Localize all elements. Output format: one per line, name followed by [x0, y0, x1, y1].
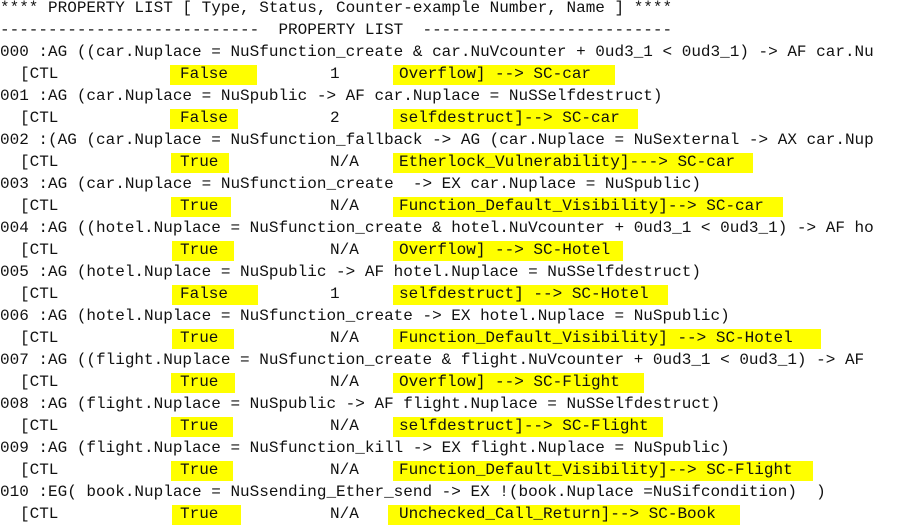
counterexample-number: 1	[330, 65, 340, 83]
property-status: False	[180, 65, 229, 83]
property-result: [CTL True N/A Unchecked_Call_Return]--> SC-…	[0, 503, 907, 525]
property-status: True	[180, 241, 219, 259]
property-status: False	[180, 285, 229, 303]
property-formula: 000 :AG ((car.Nuplace = NuSfunction_crea…	[0, 43, 874, 61]
counterexample-number: N/A	[330, 241, 359, 259]
property-type: [CTL	[20, 417, 59, 435]
property-result: [CTL False 2 selfdestruct]--> SC-car	[0, 107, 907, 129]
property-name: Overflow] --> SC-Flight	[399, 373, 620, 391]
property-result: [CTL False 1 Overflow] --> SC-car	[0, 63, 907, 85]
counterexample-number: N/A	[330, 373, 359, 391]
property-type: [CTL	[20, 285, 59, 303]
property-result: [CTL True N/A Function_Default_Visibility]-…	[0, 459, 907, 481]
property-name: selfdestruct]--> SC-Flight	[399, 417, 649, 435]
property-formula: 003 :AG (car.Nuplace = NuSfunction_creat…	[0, 175, 701, 193]
property-formula: 004 :AG ((hotel.Nuplace = NuSfunction_cr…	[0, 219, 874, 237]
property-type: [CTL	[20, 505, 59, 523]
property-formula: 009 :AG (flight.Nuplace = NuSfunction_ki…	[0, 439, 730, 457]
property-type: [CTL	[20, 241, 59, 259]
property-type: [CTL	[20, 197, 59, 215]
property-formula: 008 :AG (flight.Nuplace = NuSpublic -> A…	[0, 395, 721, 413]
property-list-title: **** PROPERTY LIST [ Type, Status, Count…	[0, 0, 673, 17]
property-name: selfdestruct]--> SC-car	[399, 109, 620, 127]
property-formula: 007 :AG ((flight.Nuplace = NuSfunction_c…	[0, 351, 865, 369]
counterexample-number: N/A	[330, 461, 359, 479]
counterexample-number: N/A	[330, 153, 359, 171]
counterexample-number: N/A	[330, 197, 359, 215]
property-type: [CTL	[20, 153, 59, 171]
property-status: True	[180, 153, 219, 171]
counterexample-number: N/A	[330, 505, 359, 523]
property-result: [CTL False 1 selfdestruct] --> SC-Hotel	[0, 283, 907, 305]
counterexample-number: N/A	[330, 417, 359, 435]
property-type: [CTL	[20, 65, 59, 83]
property-formula: 006 :AG (hotel.Nuplace = NuSfunction_cre…	[0, 307, 730, 325]
property-status: False	[180, 109, 229, 127]
property-status: True	[180, 197, 219, 215]
property-formula: 010 :EG( book.Nuplace = NuSsending_Ether…	[0, 483, 826, 501]
property-name: Function_Default_Visibility]--> SC-Fligh…	[399, 461, 793, 479]
property-name: Function_Default_Visibility]--> SC-car	[399, 197, 764, 215]
property-name: Overflow] --> SC-Hotel	[399, 241, 611, 259]
property-list-subtitle: --------------------------- PROPERTY LIS…	[0, 21, 673, 39]
property-result: [CTL True N/A Etherlock_Vulnerability]---> …	[0, 151, 907, 173]
property-type: [CTL	[20, 329, 59, 347]
property-result: [CTL True N/A Overflow] --> SC-Flight	[0, 371, 907, 393]
property-name: Unchecked_Call_Return]--> SC-Book	[399, 505, 716, 523]
property-result: [CTL True N/A Function_Default_Visibility] …	[0, 327, 907, 349]
property-formula: 002 :(AG (car.Nuplace = NuSfunction_fall…	[0, 131, 874, 149]
property-status: True	[180, 461, 219, 479]
property-result: [CTL True N/A selfdestruct]--> SC-Flight	[0, 415, 907, 437]
property-result: [CTL True N/A Function_Default_Visibility]-…	[0, 195, 907, 217]
property-type: [CTL	[20, 373, 59, 391]
property-type: [CTL	[20, 109, 59, 127]
counterexample-number: N/A	[330, 329, 359, 347]
property-status: True	[180, 505, 219, 523]
counterexample-number: 2	[330, 109, 340, 127]
counterexample-number: 1	[330, 285, 340, 303]
property-name: selfdestruct] --> SC-Hotel	[399, 285, 649, 303]
property-name: Etherlock_Vulnerability]---> SC-car	[399, 153, 736, 171]
property-list-output: **** PROPERTY LIST [ Type, Status, Count…	[0, 0, 907, 528]
property-status: True	[180, 417, 219, 435]
property-status: True	[180, 329, 219, 347]
property-formula: 005 :AG (hotel.Nuplace = NuSpublic -> AF…	[0, 263, 701, 281]
property-type: [CTL	[20, 461, 59, 479]
property-formula: 001 :AG (car.Nuplace = NuSpublic -> AF c…	[0, 87, 663, 105]
property-name: Function_Default_Visibility] --> SC-Hote…	[399, 329, 793, 347]
property-result: [CTL True N/A Overflow] --> SC-Hotel	[0, 239, 907, 261]
property-name: Overflow] --> SC-car	[399, 65, 592, 83]
property-status: True	[180, 373, 219, 391]
